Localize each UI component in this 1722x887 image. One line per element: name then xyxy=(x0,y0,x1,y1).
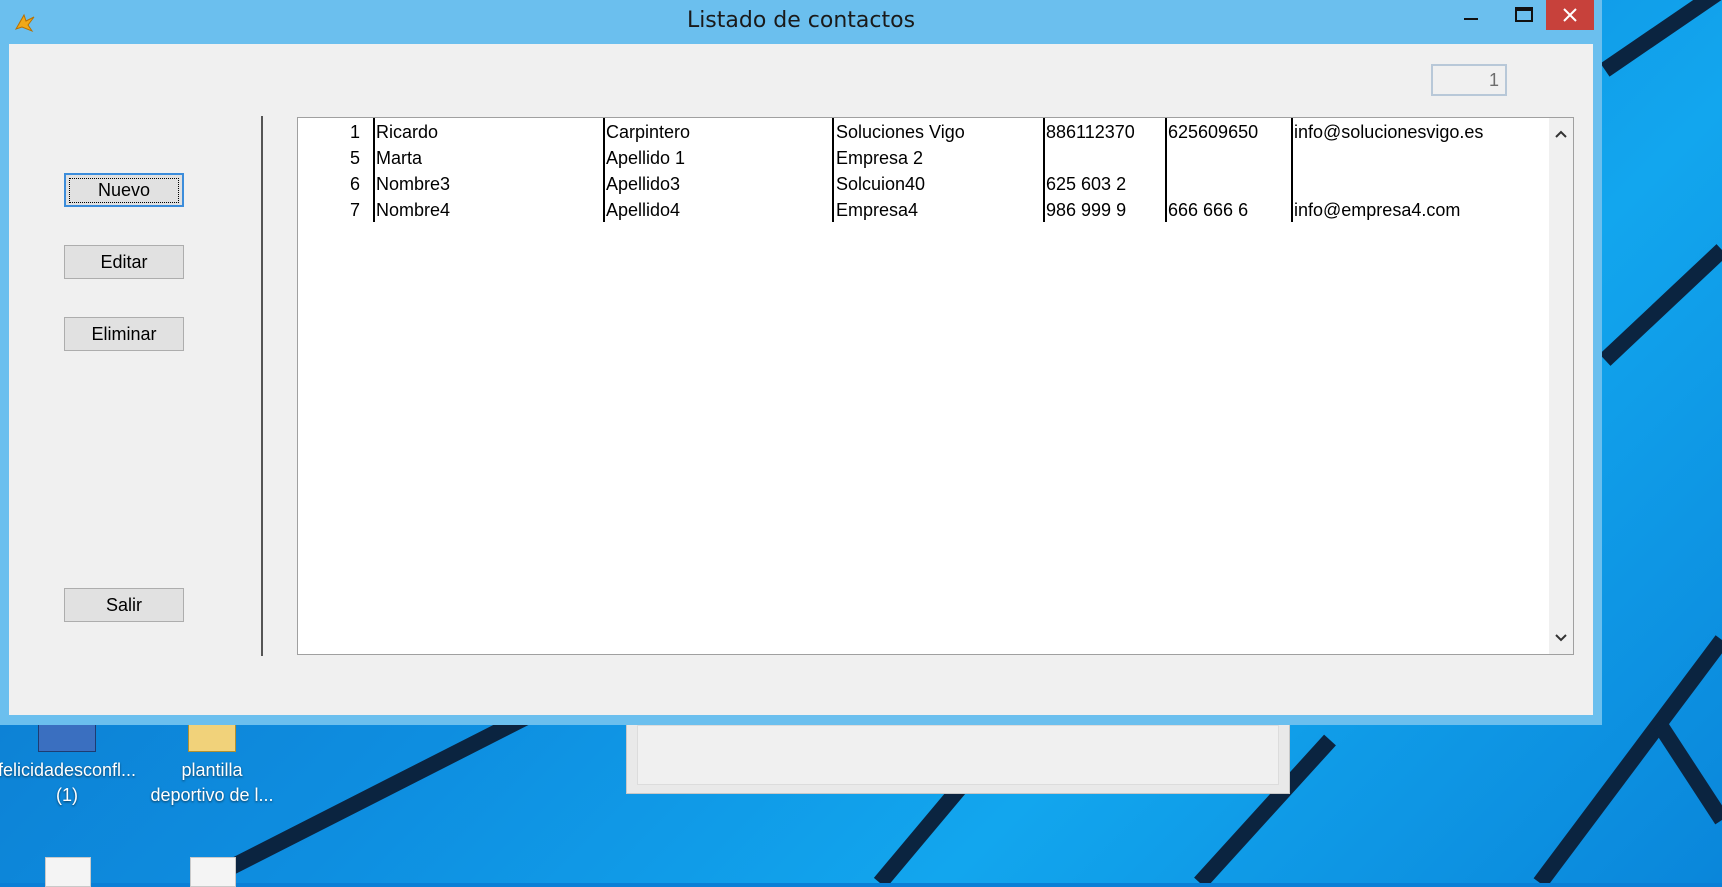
contact-tel1: 986 999 9 xyxy=(1046,200,1127,220)
desktop-icon-felicidades[interactable]: felicidadesconfl... (1) xyxy=(0,722,142,808)
contact-tel2: 625609650 xyxy=(1168,122,1259,142)
minimize-icon xyxy=(1464,18,1478,20)
contact-nombre: Marta xyxy=(376,148,423,168)
image-file-icon xyxy=(38,722,96,752)
window-client-area: 1 Nuevo Editar Eliminar Salir 1 Ricardo … xyxy=(9,44,1593,715)
contact-nombre: Nombre3 xyxy=(376,174,451,194)
contact-email: info@solucionesvigo.es xyxy=(1294,122,1484,142)
contact-empresa: Empresa 2 xyxy=(836,148,924,168)
desktop-icon-label: plantilla xyxy=(181,760,243,780)
contact-apellido: Apellido4 xyxy=(606,200,681,220)
contact-tel2: 666 666 6 xyxy=(1168,200,1249,220)
title-bar[interactable]: Listado de contactos xyxy=(0,0,1602,44)
scroll-up-button[interactable] xyxy=(1549,122,1573,146)
contact-tel1: 625 603 2 xyxy=(1046,174,1127,194)
list-item[interactable]: 1 Ricardo Carpintero Soluciones Vigo 886… xyxy=(298,120,1558,144)
main-window: Listado de contactos 1 Nuevo Editar Elim… xyxy=(0,0,1602,725)
contact-apellido: Apellido3 xyxy=(606,174,681,194)
contact-tel1: 886112370 xyxy=(1046,122,1135,142)
desktop-icon-label: deportivo de l... xyxy=(150,785,274,805)
chevron-up-icon xyxy=(1555,130,1567,138)
editar-button[interactable]: Editar xyxy=(64,245,184,279)
list-item[interactable]: 5 Marta Apellido 1 Empresa 2 xyxy=(298,146,1558,170)
desktop-icon-label: (1) xyxy=(56,785,78,805)
contact-nombre: Ricardo xyxy=(376,122,439,142)
window-title: Listado de contactos xyxy=(686,8,916,33)
chevron-down-icon xyxy=(1555,634,1567,642)
nuevo-button-label: Nuevo xyxy=(68,177,180,203)
contact-apellido: Carpintero xyxy=(606,122,691,142)
contacts-list[interactable]: 1 Ricardo Carpintero Soluciones Vigo 886… xyxy=(297,117,1574,655)
vertical-separator xyxy=(261,116,263,656)
contact-id: 7 xyxy=(349,200,360,220)
contact-apellido: Apellido 1 xyxy=(606,148,686,168)
folder-icon xyxy=(188,722,236,752)
counter-field: 1 xyxy=(1431,64,1507,96)
contact-empresa: Solcuion40 xyxy=(836,174,926,194)
salir-button[interactable]: Salir xyxy=(64,588,184,622)
close-button[interactable] xyxy=(1546,0,1594,30)
contact-id: 5 xyxy=(349,148,360,168)
minimize-button[interactable] xyxy=(1446,0,1496,30)
list-item[interactable]: 6 Nombre3 Apellido3 Solcuion40 625 603 2 xyxy=(298,172,1558,196)
background-window[interactable] xyxy=(626,720,1290,794)
contact-id: 1 xyxy=(349,122,360,142)
contact-empresa: Soluciones Vigo xyxy=(836,122,965,142)
contact-id: 6 xyxy=(349,174,360,194)
contact-nombre: Nombre4 xyxy=(376,200,451,220)
maximize-icon xyxy=(1515,7,1533,22)
eliminar-button[interactable]: Eliminar xyxy=(64,317,184,351)
nuevo-button[interactable]: Nuevo xyxy=(64,173,184,207)
close-icon xyxy=(1563,8,1577,22)
contact-email: info@empresa4.com xyxy=(1294,200,1461,220)
list-item[interactable]: 7 Nombre4 Apellido4 Empresa4 986 999 9 6… xyxy=(298,198,1558,222)
maximize-button[interactable] xyxy=(1496,0,1552,30)
desktop-icon-label: felicidadesconfl... xyxy=(0,760,137,780)
contact-empresa: Empresa4 xyxy=(836,200,919,220)
scroll-down-button[interactable] xyxy=(1549,626,1573,650)
vertical-scrollbar[interactable] xyxy=(1549,118,1573,654)
background-window-panel xyxy=(637,725,1279,785)
desktop-icon-plantilla[interactable]: plantilla deportivo de l... xyxy=(137,722,287,808)
